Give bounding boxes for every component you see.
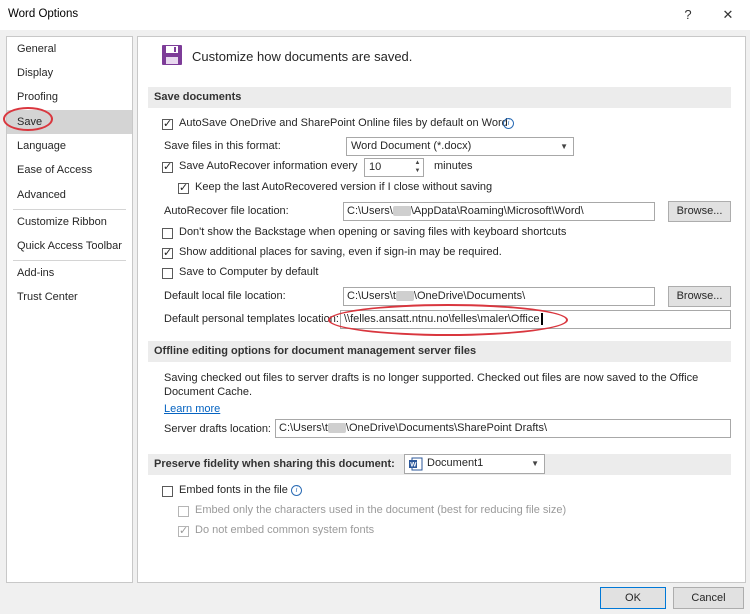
minutes-label: minutes <box>434 160 473 172</box>
autosave-checkbox[interactable] <box>162 117 173 130</box>
svg-text:W: W <box>410 462 417 469</box>
save-to-computer-label: Save to Computer by default <box>179 266 319 278</box>
server-drafts-prefix: C:\Users\t <box>279 422 328 434</box>
autorecover-minutes-spinner[interactable]: 10 ▲ ▼ <box>364 158 424 177</box>
cancel-button[interactable]: Cancel <box>673 587 744 609</box>
browse-local-button[interactable]: Browse... <box>668 286 731 307</box>
nav-item-ease-of-access[interactable]: Ease of Access <box>7 158 132 182</box>
nav-item-save[interactable]: Save <box>7 110 132 134</box>
fidelity-title: Preserve fidelity when sharing this docu… <box>154 458 395 470</box>
autorecover-location-label: AutoRecover file location: <box>164 205 289 217</box>
autorecover-minutes-value: 10 <box>369 161 382 173</box>
redacted-username <box>392 206 411 217</box>
spin-down-icon[interactable]: ▼ <box>412 167 423 175</box>
nav-item-language[interactable]: Language <box>7 134 132 158</box>
page-header-text: Customize how documents are saved. <box>192 49 413 64</box>
offline-notice-line2: Document Cache. <box>164 386 253 398</box>
default-local-prefix: C:\Users\t <box>347 290 396 302</box>
info-icon: i <box>291 485 302 496</box>
nav-item-quick-access-toolbar[interactable]: Quick Access Toolbar <box>7 234 132 258</box>
nav-item-trust-center[interactable]: Trust Center <box>7 285 132 309</box>
fidelity-document-dropdown[interactable]: W Document1 ▼ <box>404 454 545 474</box>
templates-location-label: Default personal templates location: <box>164 313 339 325</box>
no-common-fonts-label: Do not embed common system fonts <box>195 524 375 536</box>
autosave-label: AutoSave OneDrive and SharePoint Online … <box>179 117 508 129</box>
nav-item-customize-ribbon[interactable]: Customize Ribbon <box>7 210 132 234</box>
default-local-suffix: \OneDrive\Documents\ <box>413 290 526 302</box>
additional-places-checkbox[interactable] <box>162 246 173 259</box>
autorecover-location-suffix: \AppData\Roaming\Microsoft\Word\ <box>410 205 584 217</box>
section-offline-editing: Offline editing options for document man… <box>148 341 731 362</box>
default-local-location-field[interactable]: C:\Users\t \OneDrive\Documents\ <box>343 287 655 306</box>
redacted-username <box>327 423 346 434</box>
chevron-down-icon: ▼ <box>531 459 539 468</box>
embed-only-used-checkbox[interactable] <box>178 506 189 517</box>
text-cursor <box>541 313 544 326</box>
autorecover-location-field[interactable]: C:\Users\ \AppData\Roaming\Microsoft\Word… <box>343 202 655 221</box>
templates-location-field[interactable]: \\felles.ansatt.ntnu.no\felles\maler\Off… <box>340 310 731 329</box>
help-button[interactable]: ? <box>677 5 699 25</box>
no-common-fonts-checkbox[interactable] <box>178 524 189 537</box>
window-title: Word Options <box>8 8 79 20</box>
chevron-down-icon: ▼ <box>560 142 568 151</box>
options-nav: General Display Proofing Save Language E… <box>6 36 133 583</box>
close-button[interactable]: ✕ <box>717 5 739 25</box>
nav-item-add-ins[interactable]: Add-ins <box>7 261 132 285</box>
server-drafts-field[interactable]: C:\Users\t \OneDrive\Documents\SharePoint… <box>275 419 731 438</box>
embed-fonts-checkbox[interactable] <box>162 486 173 497</box>
embed-only-used-label: Embed only the characters used in the do… <box>195 504 567 516</box>
title-bar: Word Options ? ✕ <box>0 0 750 30</box>
format-value: Word Document (*.docx) <box>351 140 472 152</box>
embed-fonts-label: Embed fonts in the file <box>179 484 288 496</box>
format-label: Save files in this format: <box>164 140 281 152</box>
save-disk-icon <box>162 45 182 65</box>
nav-item-advanced[interactable]: Advanced <box>7 183 132 207</box>
redacted-username <box>395 291 414 302</box>
info-icon: i <box>503 118 514 129</box>
nav-item-general[interactable]: General <box>7 37 132 61</box>
word-document-icon: W <box>409 457 423 471</box>
backstage-label: Don't show the Backstage when opening or… <box>179 226 567 238</box>
nav-item-proofing[interactable]: Proofing <box>7 85 132 109</box>
section-save-documents: Save documents <box>148 87 731 108</box>
backstage-checkbox[interactable] <box>162 228 173 239</box>
offline-notice-line1: Saving checked out files to server draft… <box>164 372 699 384</box>
autorecover-location-prefix: C:\Users\ <box>347 205 393 217</box>
ok-button[interactable]: OK <box>600 587 666 609</box>
keep-last-label: Keep the last AutoRecovered version if I… <box>195 181 493 193</box>
fidelity-document-value: Document1 <box>427 457 484 469</box>
additional-places-label: Show additional places for saving, even … <box>179 246 502 258</box>
default-local-label: Default local file location: <box>164 290 286 302</box>
templates-location-value: \\felles.ansatt.ntnu.no\felles\maler\Off… <box>344 313 540 325</box>
options-panel: Customize how documents are saved. Save … <box>137 36 746 583</box>
nav-item-display[interactable]: Display <box>7 61 132 85</box>
server-drafts-label: Server drafts location: <box>164 423 271 435</box>
server-drafts-suffix: \OneDrive\Documents\SharePoint Drafts\ <box>345 422 548 434</box>
autorecover-label: Save AutoRecover information every <box>179 160 358 172</box>
save-to-computer-checkbox[interactable] <box>162 268 173 279</box>
browse-autorecover-button[interactable]: Browse... <box>668 201 731 222</box>
learn-more-link[interactable]: Learn more <box>164 403 220 415</box>
format-dropdown[interactable]: Word Document (*.docx) ▼ <box>346 137 574 156</box>
spin-up-icon[interactable]: ▲ <box>412 159 423 167</box>
keep-last-checkbox[interactable] <box>178 181 189 194</box>
autorecover-checkbox[interactable] <box>162 160 173 173</box>
